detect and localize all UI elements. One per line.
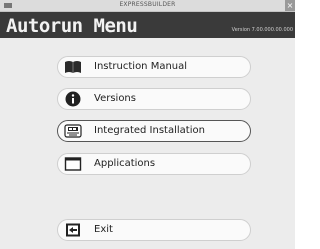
- integrated-installation-label: Integrated Installation: [94, 125, 205, 136]
- window-title: EXPRESSBUILDER: [119, 1, 176, 8]
- info-icon: [65, 91, 81, 107]
- applications-button[interactable]: Applications: [57, 153, 251, 175]
- versions-button[interactable]: Versions: [57, 88, 251, 110]
- instruction-manual-label: Instruction Manual: [94, 61, 188, 72]
- applications-label: Applications: [94, 158, 156, 169]
- exit-label: Exit: [94, 224, 113, 235]
- exit-icon: [66, 223, 80, 237]
- app-title: Autorun Menu: [6, 15, 138, 37]
- version-text: Version 7.00.000.00.000: [231, 27, 293, 33]
- header-bar: Autorun Menu Version 7.00.000.00.000: [0, 12, 295, 38]
- window-titlebar: EXPRESSBUILDER ×: [0, 0, 295, 12]
- versions-label: Versions: [94, 93, 136, 104]
- integrated-installation-button[interactable]: Integrated Installation: [57, 120, 251, 142]
- book-icon: [65, 61, 81, 73]
- installation-icon: [64, 124, 82, 138]
- close-button[interactable]: ×: [285, 0, 295, 11]
- exit-button[interactable]: Exit: [57, 219, 251, 241]
- window-icon: [64, 157, 82, 171]
- instruction-manual-button[interactable]: Instruction Manual: [57, 56, 251, 78]
- autorun-window: EXPRESSBUILDER × Autorun Menu Version 7.…: [0, 0, 295, 249]
